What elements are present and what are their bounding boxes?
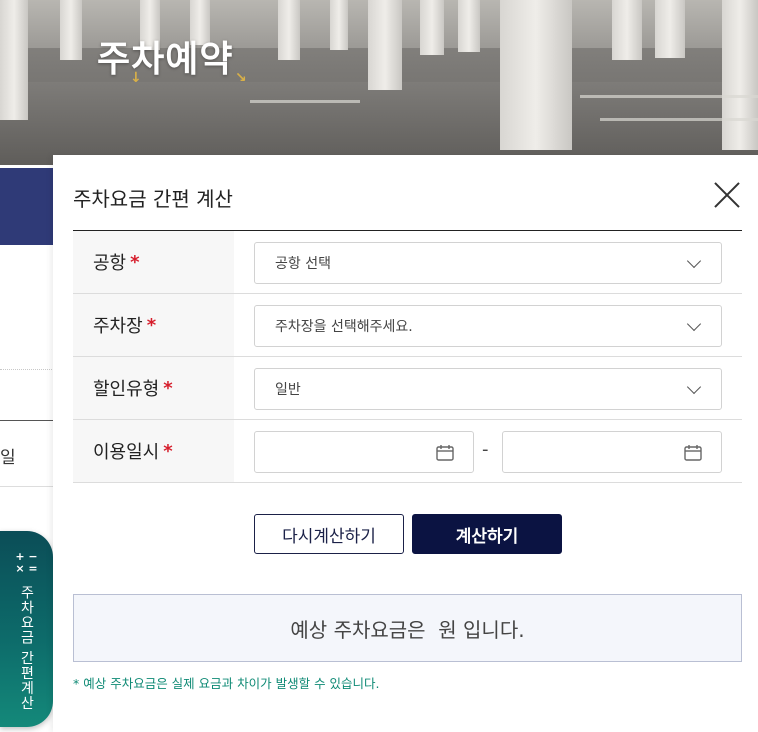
required-mark: * xyxy=(130,251,140,273)
hero-pillar xyxy=(655,0,685,58)
field-label: 이용일시 * xyxy=(73,420,234,482)
usage-datetime-label: 이용일시 xyxy=(93,442,160,463)
hero-pillar xyxy=(278,0,300,60)
underlying-divider xyxy=(0,369,60,370)
hero-floor-stripe xyxy=(250,100,360,103)
start-date-input[interactable] xyxy=(269,432,429,470)
fee-disclaimer-note: * 예상 주차요금은 실제 요금과 차이가 발생할 수 있습니다. xyxy=(73,676,380,691)
floor-arrow-icon: ↘ xyxy=(235,70,247,86)
hero-pillar xyxy=(420,0,444,55)
fee-calculator-side-button[interactable]: + − × = 주차요금 간편계산 xyxy=(0,531,53,727)
end-date-field[interactable] xyxy=(502,431,722,473)
hero-pillar xyxy=(458,0,480,52)
field-label: 공항 * xyxy=(73,231,234,293)
parking-lot-label: 주차장 xyxy=(93,316,143,337)
airport-select[interactable]: 공항 선택 xyxy=(254,242,722,284)
airport-select-value: 공항 선택 xyxy=(275,256,331,272)
parking-lot-select[interactable]: 주차장을 선택해주세요. xyxy=(254,305,722,347)
fee-calculator-modal: 주차요금 간편 계산 공항 * 공항 선택 주차장 * 주차장을 선택해주세요. xyxy=(53,155,758,732)
hero-pillar xyxy=(60,0,82,60)
start-date-field[interactable] xyxy=(254,431,474,473)
airport-label: 공항 xyxy=(93,253,127,274)
times-glyph: × xyxy=(15,562,25,575)
date-range-separator: - xyxy=(482,439,489,460)
estimated-fee-result: 예상 주차요금은 원 입니다. xyxy=(73,594,742,662)
form-row-usage-datetime: 이용일시 * - xyxy=(73,420,742,483)
underlying-text: 일 xyxy=(0,448,16,468)
recalculate-button[interactable]: 다시계산하기 xyxy=(254,514,404,554)
hero-pillar xyxy=(722,0,758,150)
underlying-divider xyxy=(0,486,60,487)
required-mark: * xyxy=(146,314,157,336)
calculator-icon: + − × = xyxy=(14,551,40,575)
calculator-form: 공항 * 공항 선택 주차장 * 주차장을 선택해주세요. 할인유형 * 일반 … xyxy=(73,230,742,483)
calendar-icon[interactable] xyxy=(684,444,702,461)
hero-pillar xyxy=(612,0,642,60)
close-icon[interactable] xyxy=(713,181,741,209)
estimated-fee-text: 예상 주차요금은 원 입니다. xyxy=(290,617,525,642)
calendar-icon[interactable] xyxy=(436,444,454,461)
chevron-down-icon xyxy=(686,316,702,332)
hero-pillar xyxy=(330,0,348,50)
form-row-discount-type: 할인유형 * 일반 xyxy=(73,357,742,420)
form-row-parking-lot: 주차장 * 주차장을 선택해주세요. xyxy=(73,294,742,357)
chevron-down-icon xyxy=(686,379,702,395)
chevron-down-icon xyxy=(686,253,702,269)
hero-floor-stripe xyxy=(600,118,758,121)
discount-type-select[interactable]: 일반 xyxy=(254,368,722,410)
equals-glyph: = xyxy=(28,562,38,575)
page-title: 주차예약 xyxy=(97,39,234,80)
required-mark: * xyxy=(163,440,173,462)
discount-type-select-value: 일반 xyxy=(275,382,301,398)
field-label: 주차장 * xyxy=(73,294,234,356)
hero-pillar xyxy=(368,0,402,90)
hero-banner: ↓ ↘ 주차예약 xyxy=(0,0,758,165)
hero-pillar xyxy=(0,0,28,120)
end-date-input[interactable] xyxy=(517,432,677,470)
calculate-button[interactable]: 계산하기 xyxy=(412,514,562,554)
side-button-label: 주차요금 간편계산 xyxy=(18,585,35,711)
form-row-airport: 공항 * 공항 선택 xyxy=(73,231,742,294)
discount-type-label: 할인유형 xyxy=(93,379,160,400)
hero-pillar xyxy=(500,0,572,150)
modal-title: 주차요금 간편 계산 xyxy=(73,187,233,211)
field-label: 할인유형 * xyxy=(73,357,234,419)
required-mark: * xyxy=(163,377,173,399)
hero-floor-stripe xyxy=(580,95,758,98)
parking-lot-select-value: 주차장을 선택해주세요. xyxy=(275,319,413,335)
underlying-divider xyxy=(0,420,60,421)
underlying-nav-bar xyxy=(0,168,60,245)
